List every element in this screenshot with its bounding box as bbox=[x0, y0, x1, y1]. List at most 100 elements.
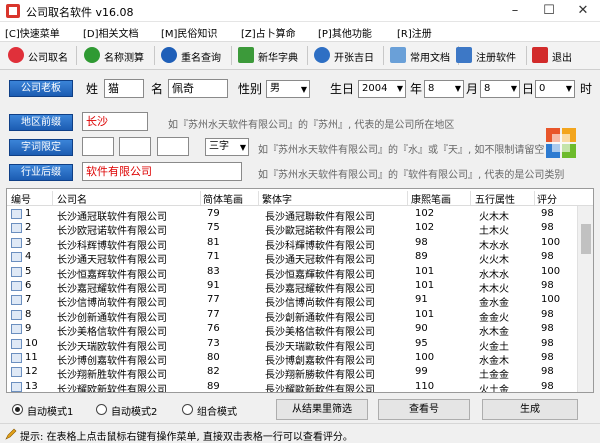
status-bar: 提示: 在表格上点击鼠标右键有操作菜单, 直接双击表格一行可以查看评分。 bbox=[0, 423, 600, 443]
cell-kangxi-strokes: 91 bbox=[415, 294, 428, 306]
bottom-bar: 自动模式1 自动模式2 组合模式 从结果里筛选 查看号 生成 bbox=[0, 397, 600, 423]
maximize-button[interactable]: ☐ bbox=[532, 0, 566, 22]
combo-mode-radio[interactable] bbox=[182, 404, 193, 415]
cell-simplified-strokes: 91 bbox=[207, 280, 220, 291]
col-company-name[interactable]: 公司名 bbox=[57, 191, 201, 206]
toolbar: 公司取名 名称测算 重名查询 新华字典 开张吉日 常用文档 注册软件 退出 bbox=[0, 42, 600, 70]
mode2-label[interactable]: 自动模式2 bbox=[111, 403, 157, 418]
table-row[interactable]: 9 长沙美格信软件有限公司 76 長沙美格信軟件有限公司 90 水木金 98 bbox=[7, 322, 577, 338]
cell-kangxi-strokes: 102 bbox=[415, 208, 435, 219]
char-hint: 如『苏州水天软件有限公司』的『水』或『天』, 如不限制请留空 bbox=[258, 145, 545, 156]
cell-kangxi-strokes: 101 bbox=[415, 308, 435, 320]
cell-number: 7 bbox=[25, 294, 32, 306]
given-name-label: 名 bbox=[151, 82, 164, 96]
cell-score: 98 bbox=[541, 308, 554, 320]
row-doc-icon bbox=[11, 367, 22, 378]
gender-select[interactable]: 男 ▼ bbox=[266, 80, 310, 98]
table-row[interactable]: 7 长沙信博尚软件有限公司 77 長沙信博尚軟件有限公司 91 金水金 100 bbox=[7, 293, 577, 309]
menu-quick[interactable]: [C]快速菜单 bbox=[5, 25, 60, 40]
col-number[interactable]: 编号 bbox=[11, 191, 53, 206]
char-limit-button[interactable]: 字词限定 bbox=[9, 139, 73, 156]
vertical-scrollbar[interactable] bbox=[577, 206, 593, 392]
menu-docs[interactable]: [D]相关文档 bbox=[83, 25, 139, 40]
industry-suffix-button[interactable]: 行业后缀 bbox=[9, 164, 73, 181]
menu-divination[interactable]: [Z]占卜算命 bbox=[241, 25, 296, 40]
cell-number: 2 bbox=[25, 222, 32, 234]
table-row[interactable]: 13 长沙耀欧新软件有限公司 89 長沙耀歐新軟件有限公司 110 火土金 98 bbox=[7, 380, 577, 392]
window-title: 公司取名软件 v16.08 bbox=[26, 6, 134, 19]
company-naming-button[interactable]: 公司取名 bbox=[4, 44, 74, 67]
table-row[interactable]: 5 长沙恒嘉辉软件有限公司 83 長沙恒嘉輝軟件有限公司 101 水木水 100 bbox=[7, 265, 577, 281]
mode1-radio[interactable] bbox=[12, 404, 23, 415]
cell-score: 98 bbox=[541, 222, 554, 234]
company-boss-button[interactable]: 公司老板 bbox=[9, 80, 73, 97]
table-row[interactable]: 8 长沙创新通软件有限公司 77 長沙創新通軟件有限公司 101 金金火 98 bbox=[7, 308, 577, 324]
menu-register[interactable]: [R]注册 bbox=[397, 25, 432, 40]
results-table[interactable]: 编号 公司名 简体笔画 繁体字 康熙笔画 五行属性 评分 1 长沙通冠联软件有限公… bbox=[6, 188, 594, 393]
hour-spinner[interactable]: 0 ▼ bbox=[535, 80, 575, 98]
filter-results-button[interactable]: 从结果里筛选 bbox=[276, 399, 368, 420]
month-spinner[interactable]: 8 ▼ bbox=[424, 80, 464, 98]
table-row[interactable]: 10 长沙天瑞欧软件有限公司 73 長沙天瑞歐軟件有限公司 95 火金土 98 bbox=[7, 337, 577, 353]
row-doc-icon bbox=[11, 266, 22, 277]
given-name-input[interactable]: 佩奇 bbox=[168, 79, 228, 98]
row-doc-icon bbox=[11, 209, 22, 219]
table-row[interactable]: 3 长沙科辉博软件有限公司 81 長沙科輝博軟件有限公司 98 木水水 100 bbox=[7, 236, 577, 252]
dictionary-button[interactable]: 新华字典 bbox=[234, 44, 306, 67]
region-input[interactable]: 长沙 bbox=[82, 112, 148, 131]
table-row[interactable]: 6 长沙嘉冠耀软件有限公司 91 長沙嘉冠耀軟件有限公司 101 木木火 98 bbox=[7, 279, 577, 295]
toolbar-separator bbox=[526, 46, 527, 65]
register-software-button[interactable]: 注册软件 bbox=[452, 44, 524, 67]
cell-simplified-strokes: 80 bbox=[207, 352, 220, 363]
close-button[interactable]: ✕ bbox=[566, 0, 600, 22]
cell-score: 100 bbox=[541, 294, 561, 306]
menu-folk[interactable]: [M]民俗知识 bbox=[161, 25, 217, 40]
table-row[interactable]: 2 长沙欧冠诺软件有限公司 75 長沙歐冠諾軟件有限公司 102 土木火 98 bbox=[7, 221, 577, 237]
char-input-3[interactable] bbox=[157, 137, 189, 156]
day-spinner[interactable]: 8 ▼ bbox=[480, 80, 520, 98]
duplicate-query-label: 重名查询 bbox=[181, 53, 221, 64]
table-row[interactable]: 4 长沙通天冠软件有限公司 71 長沙通天冠軟件有限公司 89 火火木 98 bbox=[7, 250, 577, 266]
surname-input[interactable]: 猫 bbox=[104, 79, 144, 98]
col-kangxi-strokes[interactable]: 康熙笔画 bbox=[411, 191, 471, 206]
row-doc-icon bbox=[11, 353, 22, 363]
col-simplified-strokes[interactable]: 简体笔画 bbox=[203, 191, 259, 206]
cell-score: 98 bbox=[541, 323, 554, 335]
cell-score: 98 bbox=[541, 366, 554, 378]
cell-simplified-strokes: 79 bbox=[207, 208, 220, 219]
generate-button[interactable]: 生成 bbox=[482, 399, 578, 420]
char-count-select[interactable]: 三字 ▼ bbox=[205, 138, 249, 156]
char-input-1[interactable] bbox=[82, 137, 114, 156]
region-hint: 如『苏州水天软件有限公司』的『苏州』, 代表的是公司所在地区 bbox=[168, 120, 455, 131]
year-spinner[interactable]: 2004 ▼ bbox=[358, 80, 406, 98]
table-row[interactable]: 12 长沙翔新胜软件有限公司 82 長沙翔新勝軟件有限公司 99 土金金 98 bbox=[7, 365, 577, 381]
combo-mode-label[interactable]: 组合模式 bbox=[197, 403, 237, 418]
opening-day-button[interactable]: 开张吉日 bbox=[310, 44, 382, 67]
year-value: 2004 bbox=[362, 83, 388, 94]
cell-simplified-strokes: 76 bbox=[207, 323, 220, 335]
col-score[interactable]: 评分 bbox=[537, 191, 577, 206]
exit-label: 退出 bbox=[552, 53, 572, 64]
table-row[interactable]: 11 长沙博创嘉软件有限公司 80 長沙博創嘉軟件有限公司 100 水金木 98 bbox=[7, 351, 577, 367]
col-five-elements[interactable]: 五行属性 bbox=[475, 191, 535, 206]
dictionary-label: 新华字典 bbox=[258, 53, 298, 64]
documents-button[interactable]: 常用文档 bbox=[386, 44, 458, 67]
cell-simplified-strokes: 71 bbox=[207, 251, 220, 263]
name-test-button[interactable]: 名称测算 bbox=[80, 44, 152, 67]
cell-score: 98 bbox=[541, 251, 554, 263]
minimize-button[interactable]: – bbox=[498, 0, 532, 22]
cell-simplified-strokes: 82 bbox=[207, 366, 220, 378]
col-traditional[interactable]: 繁体字 bbox=[262, 191, 408, 206]
office-logo-icon bbox=[546, 128, 576, 158]
mode2-radio[interactable] bbox=[96, 404, 107, 415]
char-input-2[interactable] bbox=[119, 137, 151, 156]
scrollbar-thumb[interactable] bbox=[581, 224, 591, 254]
region-prefix-button[interactable]: 地区前缀 bbox=[9, 114, 73, 131]
mode1-label[interactable]: 自动模式1 bbox=[27, 403, 73, 418]
menu-other[interactable]: [P]其他功能 bbox=[318, 25, 372, 40]
industry-input[interactable]: 软件有限公司 bbox=[82, 162, 242, 181]
table-row[interactable]: 1 长沙通冠联软件有限公司 79 長沙通冠聯軟件有限公司 102 火木木 98 bbox=[7, 207, 577, 223]
exit-button[interactable]: 退出 bbox=[528, 44, 588, 67]
duplicate-query-button[interactable]: 重名查询 bbox=[157, 44, 229, 67]
view-number-button[interactable]: 查看号 bbox=[378, 399, 470, 420]
